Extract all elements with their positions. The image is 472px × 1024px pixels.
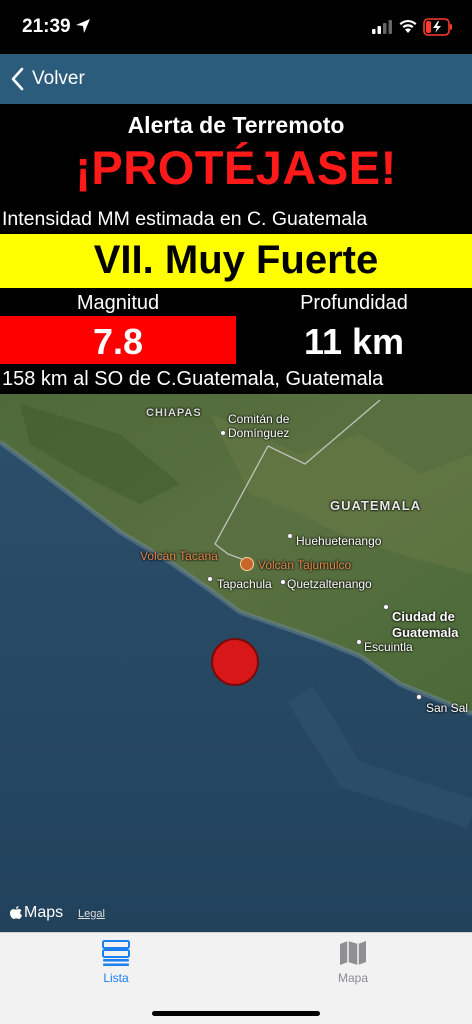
map-label-san-salvador: San Sal <box>426 701 469 715</box>
maps-logo-text: Maps <box>24 904 64 921</box>
map-label-huehuetenango: Huehuetenango <box>296 534 382 548</box>
magnitude-box: 7.8 <box>0 316 236 364</box>
location-arrow-icon <box>76 19 90 33</box>
home-indicator <box>152 1011 320 1016</box>
apple-maps-logo: Maps <box>10 904 63 922</box>
earthquake-epicenter-marker[interactable] <box>211 638 259 686</box>
intensity-value: VII. Muy Fuerte <box>93 238 379 282</box>
intensity-label: Intensidad MM estimada en C. Guatemala <box>2 208 368 230</box>
depth-label: Profundidad <box>300 292 408 314</box>
tab-lista[interactable]: Lista <box>56 939 176 989</box>
magnitude-value: 7.8 <box>92 321 144 362</box>
map-label-quetzaltenango: Quetzaltenango <box>287 577 372 591</box>
map-label-chiapas: CHIAPAS <box>146 407 202 419</box>
map-label-comitan: Comitán de Domínguez <box>228 412 290 440</box>
map-label-escuintla: Escuintla <box>364 640 413 654</box>
cellular-signal-icon <box>372 20 392 34</box>
map-label-guatemala-country: GUATEMALA <box>330 498 422 513</box>
magnitude-label: Magnitud <box>76 292 160 314</box>
city-dot-guatemala-city <box>383 604 389 610</box>
map-label-guatemala-city: Guatemala <box>392 625 459 640</box>
city-dot-escuintla <box>356 639 362 645</box>
back-button[interactable]: Volver <box>10 62 85 96</box>
city-dot-quetzaltenango <box>280 579 286 585</box>
back-label: Volver <box>32 68 85 89</box>
alert-headline: ¡PROTÉJASE! <box>75 141 397 194</box>
city-dot-tapachula <box>207 576 213 582</box>
map-label-volcan-tajumulco: Volcán Tajumulco <box>258 558 352 572</box>
map-icon <box>340 941 366 965</box>
alert-panel: Alerta de Terremoto ¡PROTÉJASE! Intensid… <box>0 104 472 394</box>
map-label-volcan-tacana: Volcán Tacaná <box>140 549 218 563</box>
tab-mapa-label: Mapa <box>337 971 369 985</box>
legal-link[interactable]: Legal <box>78 908 105 920</box>
status-time: 21:39 <box>22 16 71 37</box>
city-dot-san-salvador <box>416 694 422 700</box>
tab-lista-label: Lista <box>103 971 129 985</box>
list-icon <box>102 940 130 966</box>
map-label-ciudad-de: Ciudad de <box>392 609 455 624</box>
apple-icon <box>10 906 22 919</box>
intensity-box: VII. Muy Fuerte <box>0 234 472 288</box>
distance-label: 158 km al SO de C.Guatemala, Guatemala <box>2 368 384 390</box>
wifi-icon <box>399 19 417 33</box>
status-bar: 21:39 <box>0 0 472 54</box>
city-dot-comitan <box>220 430 226 436</box>
navigation-bar: Volver <box>0 54 472 104</box>
map-view[interactable]: CHIAPAS Comitán de Domínguez GUATEMALA H… <box>0 394 472 932</box>
volcano-icon <box>240 557 254 571</box>
city-dot-huehuetenango <box>287 533 293 539</box>
tab-mapa[interactable]: Mapa <box>293 939 413 989</box>
battery-charging-icon <box>423 18 452 36</box>
tab-bar: Lista Mapa <box>0 932 472 1024</box>
chevron-left-icon <box>11 67 24 91</box>
map-label-tapachula: Tapachula <box>217 577 272 591</box>
depth-value: 11 km <box>303 321 405 362</box>
alert-title: Alerta de Terremoto <box>127 112 345 138</box>
